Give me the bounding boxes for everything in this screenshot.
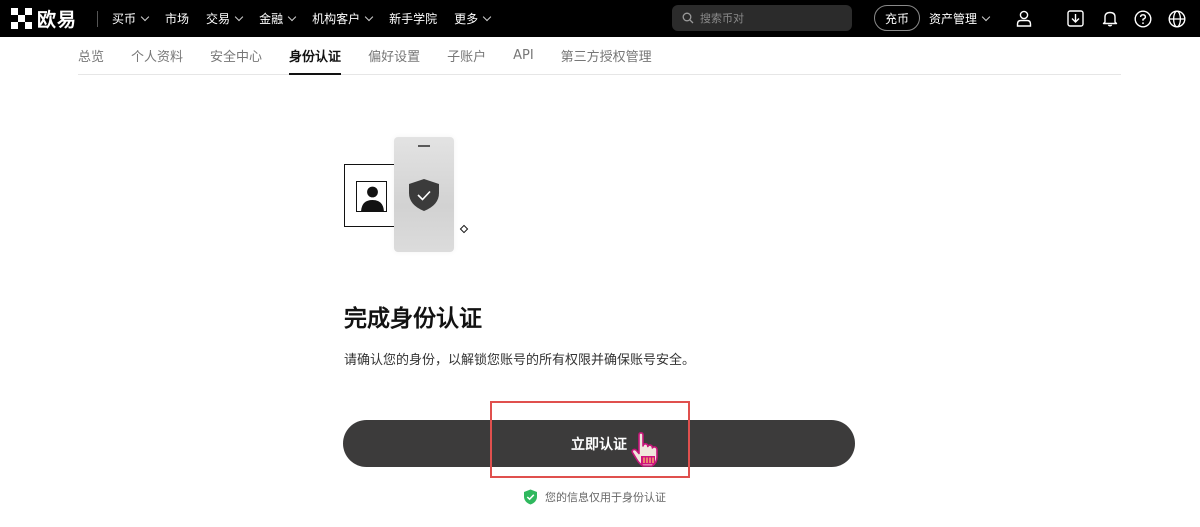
tab-api[interactable]: API — [513, 36, 534, 74]
nav-item-market[interactable]: 市场 — [165, 10, 189, 27]
account-tabs: 总览 个人资料 安全中心 身份认证 偏好设置 子账户 API 第三方授权管理 — [78, 37, 1121, 75]
tab-overview[interactable]: 总览 — [78, 36, 104, 74]
page-title: 完成身份认证 — [344, 306, 482, 332]
logo[interactable]: 欧易 — [11, 0, 77, 37]
chevron-down-icon — [287, 12, 297, 22]
deposit-button[interactable]: 充币 — [874, 5, 920, 31]
chevron-down-icon — [482, 12, 492, 22]
phone-notch — [418, 145, 430, 147]
tab-preferences[interactable]: 偏好设置 — [368, 36, 420, 74]
shield-check-icon — [524, 489, 537, 505]
nav-item-institutional[interactable]: 机构客户 — [312, 10, 374, 27]
nav-item-more[interactable]: 更多 — [454, 10, 492, 27]
user-icon[interactable] — [1013, 8, 1034, 29]
verify-now-button[interactable]: 立即认证 — [343, 420, 855, 467]
tab-third-party-authorization[interactable]: 第三方授权管理 — [561, 36, 652, 74]
search-input[interactable] — [700, 11, 840, 25]
tab-security[interactable]: 安全中心 — [210, 36, 262, 74]
tab-profile[interactable]: 个人资料 — [131, 36, 183, 74]
hand-pointer-cursor-icon — [631, 432, 658, 467]
tab-sub-accounts[interactable]: 子账户 — [447, 36, 486, 74]
phone-illustration — [394, 137, 454, 252]
help-icon[interactable] — [1132, 8, 1153, 29]
chevron-down-icon — [234, 12, 244, 22]
top-navbar: 欧易 买币 市场 交易 金融 机构客户 新手学院 更多 充币 资产管理 — [0, 0, 1200, 37]
nav-divider — [97, 10, 99, 27]
page-description: 请确认您的身份，以解锁您账号的所有权限并确保账号安全。 — [344, 353, 696, 368]
chevron-down-icon — [364, 12, 374, 22]
identity-illustration — [344, 136, 474, 256]
chevron-down-icon — [981, 12, 991, 22]
main-nav: 买币 市场 交易 金融 机构客户 新手学院 更多 — [112, 0, 507, 37]
search-box[interactable] — [672, 5, 852, 31]
nav-item-buy-crypto[interactable]: 买币 — [112, 10, 150, 27]
nav-item-finance[interactable]: 金融 — [259, 10, 297, 27]
shield-check-icon — [409, 179, 439, 211]
okx-logo-icon — [11, 8, 32, 29]
id-card-illustration — [344, 164, 396, 227]
assets-menu[interactable]: 资产管理 — [929, 0, 991, 37]
chevron-down-icon — [140, 12, 150, 22]
person-silhouette-icon — [356, 181, 387, 212]
globe-icon[interactable] — [1166, 8, 1187, 29]
nav-item-academy[interactable]: 新手学院 — [389, 10, 437, 27]
bell-icon[interactable] — [1099, 8, 1120, 29]
logo-text: 欧易 — [37, 9, 78, 31]
privacy-note-text: 您的信息仅用于身份认证 — [545, 491, 666, 504]
search-icon — [682, 12, 694, 24]
tab-identity-verification[interactable]: 身份认证 — [289, 36, 342, 75]
diamond-decoration — [459, 224, 469, 234]
verify-now-label: 立即认证 — [571, 436, 627, 453]
privacy-note: 您的信息仅用于身份认证 — [523, 489, 666, 505]
download-icon[interactable] — [1065, 8, 1086, 29]
nav-item-trade[interactable]: 交易 — [206, 10, 244, 27]
